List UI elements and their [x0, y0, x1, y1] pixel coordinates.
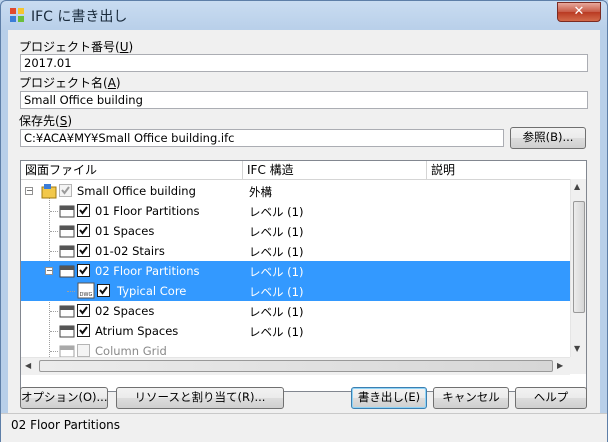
- expand-minus-icon[interactable]: −: [45, 267, 53, 275]
- drawing-file-icon: [59, 323, 75, 338]
- checkbox-checked-icon[interactable]: [77, 224, 90, 237]
- horizontal-scrollbar[interactable]: ◀ ▶: [21, 357, 570, 375]
- status-bar: 02 Floor Partitions: [1, 413, 607, 442]
- tree-line: [50, 251, 58, 252]
- checkbox-checked-icon[interactable]: [77, 204, 90, 217]
- row-name: Small Office building: [77, 184, 196, 198]
- row-structure: レベル (1): [249, 205, 304, 219]
- vertical-scroll-thumb[interactable]: [573, 201, 585, 313]
- row-name: Atrium Spaces: [95, 324, 179, 338]
- tree-line: [67, 291, 75, 292]
- row-structure: レベル (1): [249, 325, 304, 339]
- checkbox-checked-icon[interactable]: [77, 304, 90, 317]
- tree-row[interactable]: Atrium Spaces レベル (1): [21, 321, 570, 341]
- checkbox-checked-icon[interactable]: [77, 264, 90, 277]
- tree-row[interactable]: 01-02 Stairs レベル (1): [21, 241, 570, 261]
- project-icon: [41, 183, 57, 199]
- drawing-file-icon: [59, 343, 75, 358]
- horizontal-scroll-thumb[interactable]: [39, 360, 553, 372]
- window-title: IFC に書き出し: [31, 9, 128, 25]
- save-path-field[interactable]: C:¥ACA¥MY¥Small Office building.ifc: [20, 129, 504, 147]
- row-name: 01 Floor Partitions: [95, 204, 200, 218]
- export-ifc-dialog: IFC に書き出し ✕ プロジェクト番号(U) 2017.01 プロジェクト名(…: [0, 0, 608, 442]
- checkbox-unchecked-icon[interactable]: [77, 344, 90, 357]
- svg-text:DWG: DWG: [80, 292, 93, 298]
- scroll-up-icon[interactable]: ▲: [574, 182, 580, 191]
- row-name: 01-02 Stairs: [95, 244, 165, 258]
- project-number-field[interactable]: 2017.01: [20, 54, 588, 72]
- project-name-label: プロジェクト名(A): [19, 76, 121, 90]
- row-structure: レベル (1): [249, 305, 304, 319]
- tree-row-root[interactable]: − Small Office building 外構: [21, 181, 570, 201]
- close-button[interactable]: ✕: [557, 2, 601, 22]
- tree-line: [50, 231, 58, 232]
- row-name: 02 Spaces: [95, 304, 155, 318]
- scroll-corner: [570, 357, 586, 374]
- drawing-file-icon: DWG: [77, 282, 95, 299]
- drawing-file-icon: [59, 243, 75, 258]
- scroll-left-icon[interactable]: ◀: [25, 361, 31, 370]
- drawing-file-icon: [59, 223, 75, 238]
- grid-header: 図面ファイル IFC 構造 説明: [21, 161, 586, 180]
- row-structure: レベル (1): [249, 225, 304, 239]
- checkbox-checked-icon[interactable]: [77, 244, 90, 257]
- checkbox-checked-icon[interactable]: [77, 324, 90, 337]
- browse-button[interactable]: 参照(B)...: [510, 127, 586, 149]
- scroll-down-icon[interactable]: ▼: [574, 344, 580, 353]
- status-text: 02 Floor Partitions: [11, 418, 121, 432]
- tree-row[interactable]: 02 Spaces レベル (1): [21, 301, 570, 321]
- tree-line: [50, 331, 58, 332]
- column-header-description[interactable]: 説明: [427, 161, 586, 179]
- drawing-tree-grid: 図面ファイル IFC 構造 説明 − Small Office building…: [20, 160, 587, 392]
- tree-line: [50, 211, 58, 212]
- expand-minus-icon[interactable]: −: [25, 187, 33, 195]
- tree-row[interactable]: 01 Spaces レベル (1): [21, 221, 570, 241]
- vertical-scrollbar[interactable]: ▲ ▼: [570, 179, 586, 357]
- dialog-body: プロジェクト番号(U) 2017.01 プロジェクト名(A) Small Off…: [8, 30, 600, 413]
- drawing-file-icon: [59, 203, 75, 218]
- app-icon: [9, 7, 25, 23]
- drawing-file-icon: [59, 303, 75, 318]
- help-button[interactable]: ヘルプ: [515, 387, 587, 409]
- column-header-ifc-structure[interactable]: IFC 構造: [243, 161, 427, 179]
- row-structure: レベル (1): [249, 245, 304, 259]
- tree-row-child[interactable]: DWG Typical Core レベル (1): [21, 281, 570, 301]
- tree-row[interactable]: 01 Floor Partitions レベル (1): [21, 201, 570, 221]
- close-icon: ✕: [573, 4, 585, 19]
- checkbox-checked-icon[interactable]: [59, 184, 72, 197]
- options-button[interactable]: オプション(O)...: [20, 387, 108, 409]
- project-name-field[interactable]: Small Office building: [20, 91, 588, 109]
- cancel-button[interactable]: キャンセル: [433, 387, 509, 409]
- save-to-label: 保存先(S): [19, 114, 72, 128]
- row-name: 02 Floor Partitions: [95, 264, 200, 278]
- row-name: Typical Core: [117, 284, 187, 298]
- resources-assignment-button[interactable]: リソースと割り当て(R)...: [116, 387, 284, 409]
- column-header-drawing-file[interactable]: 図面ファイル: [21, 161, 243, 179]
- project-number-label: プロジェクト番号(U): [19, 40, 134, 54]
- scroll-right-icon[interactable]: ▶: [557, 361, 563, 370]
- row-structure: レベル (1): [249, 285, 304, 299]
- title-bar: IFC に書き出し ✕: [1, 1, 607, 29]
- row-name: Column Grid: [95, 344, 167, 358]
- tree-line: [50, 351, 58, 352]
- export-button[interactable]: 書き出し(E): [351, 387, 427, 409]
- checkbox-checked-icon[interactable]: [97, 284, 110, 297]
- row-structure: レベル (1): [249, 265, 304, 279]
- tree-line: [50, 311, 58, 312]
- tree-row-selected[interactable]: − 02 Floor Partitions レベル (1): [21, 261, 570, 281]
- drawing-file-icon: [59, 263, 75, 278]
- row-structure: 外構: [249, 185, 272, 199]
- row-name: 01 Spaces: [95, 224, 155, 238]
